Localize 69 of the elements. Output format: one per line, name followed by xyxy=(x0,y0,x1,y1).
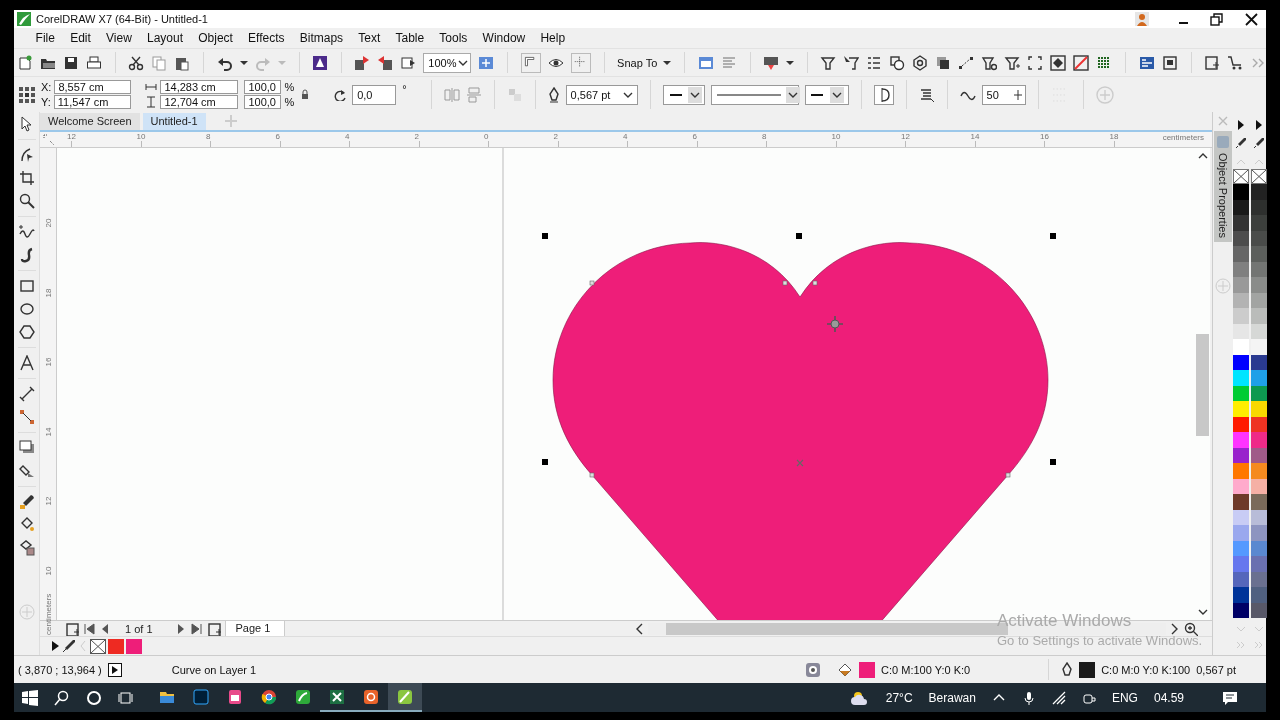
fill-color-info: C:0 M:100 Y:0 K:0 xyxy=(881,663,971,676)
ruler-label: 6 xyxy=(275,132,280,141)
ruler-label: 10 xyxy=(43,566,53,575)
smoothing-field[interactable]: 50 xyxy=(981,84,1026,105)
menu-item[interactable]: Table xyxy=(387,31,432,45)
menu-item[interactable]: Layout xyxy=(139,31,191,45)
ruler-label: 10 xyxy=(831,132,841,141)
ruler-label: 14 xyxy=(970,132,980,141)
ruler-label: 8 xyxy=(762,132,767,141)
ruler-label: 18 xyxy=(1109,132,1119,141)
ruler-label: 18 xyxy=(43,288,53,297)
activation-notice-text: Go to Settings to activate Windows. xyxy=(997,633,1203,648)
menu-item[interactable]: Bitmaps xyxy=(292,31,351,45)
percent-sign: % xyxy=(284,81,295,93)
ruler-label: 10 xyxy=(136,132,146,141)
menu-item[interactable]: Text xyxy=(350,31,388,45)
weather-condition[interactable]: Berawan xyxy=(928,690,976,705)
scale-y-field[interactable]: 100,0 xyxy=(244,95,282,109)
language[interactable]: ENG xyxy=(1111,690,1138,705)
outline-width-dropdown[interactable]: 0,567 pt xyxy=(565,84,638,105)
window-title: CorelDRAW X7 (64-Bit) - Untitled-1 xyxy=(36,13,208,25)
menu-item[interactable]: Window xyxy=(474,31,533,45)
ruler-unit-label: centimeters xyxy=(1162,133,1204,142)
document-tab[interactable]: Welcome Screen xyxy=(40,112,140,130)
y-label: Y: xyxy=(41,96,51,108)
menu-item[interactable]: Effects xyxy=(240,31,293,45)
ruler-label: 4 xyxy=(623,132,628,141)
menu-item[interactable]: Tools xyxy=(431,31,475,45)
ruler-label: 12 xyxy=(67,132,76,141)
ruler-label: 20 xyxy=(43,218,53,228)
x-label: X: xyxy=(41,81,52,93)
menu-item[interactable]: Help xyxy=(532,31,573,45)
scale-x-field[interactable]: 100,0 xyxy=(244,80,282,94)
snap-to-button[interactable]: Snap To xyxy=(617,56,672,69)
x-field[interactable]: 8,557 cm xyxy=(54,80,132,94)
outline-color-info: C:0 M:0 Y:0 K:100 xyxy=(1101,663,1191,676)
y-field[interactable]: 11,547 cm xyxy=(53,95,131,109)
menu-item[interactable]: File xyxy=(28,31,63,45)
object-properties-tab[interactable]: Object Properties xyxy=(1213,131,1232,242)
ruler-label: 2 xyxy=(553,132,558,141)
activation-notice-title: Activate Windows xyxy=(997,611,1132,631)
ruler-label: 16 xyxy=(1040,132,1049,141)
rotation-field[interactable]: 0,0 xyxy=(352,84,397,105)
percent-sign: % xyxy=(284,96,295,108)
selection-info: Curve on Layer 1 xyxy=(171,663,257,676)
height-field[interactable]: 12,704 cm xyxy=(160,95,239,109)
page-tab[interactable]: Page 1 xyxy=(224,620,286,637)
ruler-label: 16 xyxy=(43,357,53,367)
ruler-label: 8 xyxy=(206,132,211,141)
menu-item[interactable]: View xyxy=(98,31,140,45)
ruler-label: 12 xyxy=(43,496,53,506)
ruler-label: 4 xyxy=(345,132,350,141)
width-field[interactable]: 14,283 cm xyxy=(160,80,239,94)
ruler-label: 12 xyxy=(901,132,910,141)
zoom-dropdown[interactable]: 100% xyxy=(423,52,472,73)
ruler-unit-label: centimeters xyxy=(43,593,53,635)
ruler-label: 0 xyxy=(484,132,489,141)
menu-item[interactable]: Object xyxy=(190,31,241,45)
menu-item[interactable]: Edit xyxy=(62,31,99,45)
degree-sign: ° xyxy=(402,83,407,95)
cursor-position: ( 3,870 ; 13,964 ) xyxy=(18,663,102,676)
ruler-label: 14 xyxy=(43,427,53,436)
document-tab[interactable]: Untitled-1 xyxy=(142,112,206,130)
temperature[interactable]: 27°C xyxy=(885,690,913,705)
ruler-label: 2 xyxy=(414,132,419,141)
ruler-label: 6 xyxy=(692,132,697,141)
clock-time[interactable]: 04.59 xyxy=(1153,690,1184,705)
page-count: 1 of 1 xyxy=(125,622,153,635)
outline-width-info: 0,567 pt xyxy=(1196,663,1236,676)
